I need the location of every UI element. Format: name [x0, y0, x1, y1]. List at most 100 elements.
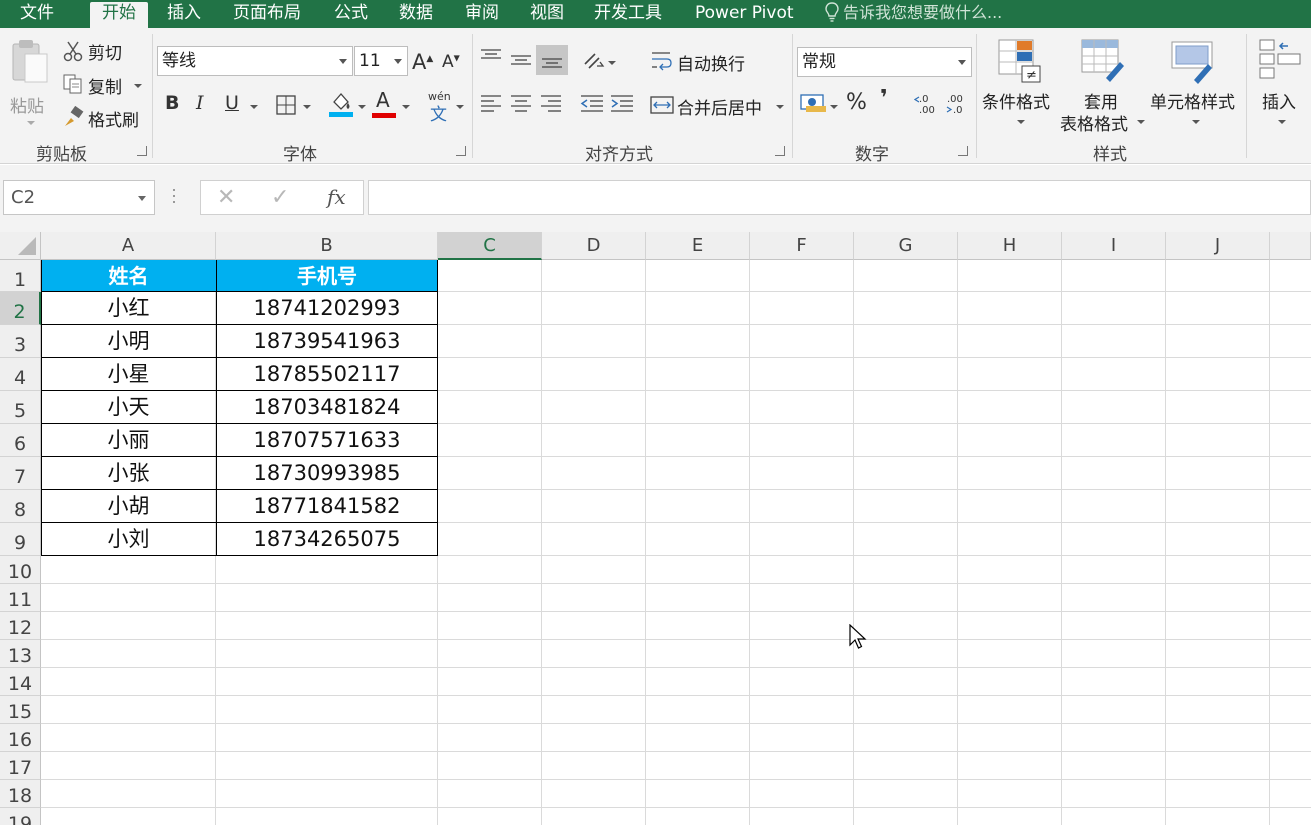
row-header-14[interactable]: 14: [0, 668, 41, 696]
tab-file[interactable]: 文件: [20, 0, 54, 28]
column-header-h[interactable]: H: [958, 232, 1062, 260]
cell-name[interactable]: 小丽: [41, 424, 216, 457]
column-header-b[interactable]: B: [216, 232, 438, 260]
tab-home[interactable]: 开始: [90, 2, 148, 28]
clipboard-launcher-icon[interactable]: [137, 146, 147, 156]
merge-center-button[interactable]: 合并后居中: [650, 92, 790, 119]
cell-name[interactable]: 小星: [41, 358, 216, 391]
cell-phone[interactable]: 18734265075: [216, 523, 438, 556]
orientation-icon[interactable]: [582, 50, 606, 72]
enter-icon[interactable]: ✓: [271, 185, 289, 210]
borders-icon[interactable]: [275, 94, 297, 116]
align-top-icon[interactable]: [480, 48, 502, 64]
borders-dropdown-icon[interactable]: [303, 105, 311, 109]
row-header-12[interactable]: 12: [0, 612, 41, 640]
alignment-launcher-icon[interactable]: [775, 146, 785, 156]
worksheet-grid[interactable]: ABCDEFGHIJ 1 2 3 4 5 6 7 8 9 10 11 12 13 14 15 16 17 18 19…: [0, 232, 1311, 825]
cut-button[interactable]: 剪切: [62, 38, 132, 64]
cell-name[interactable]: 小红: [41, 292, 216, 325]
row-header-17[interactable]: 17: [0, 752, 41, 780]
formula-bar-splitter[interactable]: [172, 189, 176, 205]
column-header-j[interactable]: J: [1166, 232, 1270, 260]
decrease-decimal-icon[interactable]: .00.0: [944, 92, 970, 116]
font-color-button[interactable]: A: [372, 88, 398, 118]
name-box[interactable]: C2: [3, 180, 155, 215]
row-header-19[interactable]: 19: [0, 808, 41, 825]
cell-name[interactable]: 小天: [41, 391, 216, 424]
tab-power-pivot[interactable]: Power Pivot: [695, 0, 794, 28]
comma-style-button[interactable]: ❜: [880, 86, 888, 111]
row-header-18[interactable]: 18: [0, 780, 41, 808]
column-header-d[interactable]: D: [542, 232, 646, 260]
orientation-dropdown-icon[interactable]: [608, 61, 616, 65]
align-middle-icon[interactable]: [510, 52, 532, 68]
row-header-10[interactable]: 10: [0, 556, 41, 584]
font-launcher-icon[interactable]: [456, 146, 466, 156]
increase-indent-icon[interactable]: [610, 94, 634, 114]
tell-me-search[interactable]: 告诉我您想要做什么...: [825, 0, 1002, 28]
phonetic-dropdown-icon[interactable]: [456, 105, 464, 109]
tab-developer[interactable]: 开发工具: [594, 0, 662, 28]
tab-insert[interactable]: 插入: [167, 0, 201, 28]
header-cell-name[interactable]: 姓名: [41, 260, 216, 292]
format-as-table-button[interactable]: 套用 表格格式: [1058, 36, 1148, 135]
cell-phone[interactable]: 18703481824: [216, 391, 438, 424]
cell-name[interactable]: 小刘: [41, 523, 216, 556]
cell-phone[interactable]: 18739541963: [216, 325, 438, 358]
underline-button[interactable]: U: [225, 92, 239, 114]
select-all-button[interactable]: [0, 232, 41, 260]
align-bottom-button[interactable]: [536, 45, 568, 75]
cell-phone[interactable]: 18707571633: [216, 424, 438, 457]
row-header-4[interactable]: 4: [0, 358, 41, 391]
bold-button[interactable]: B: [165, 92, 179, 114]
cell-phone[interactable]: 18741202993: [216, 292, 438, 325]
formula-input[interactable]: [368, 180, 1311, 215]
font-name-select[interactable]: 等线: [157, 46, 353, 76]
row-header-15[interactable]: 15: [0, 696, 41, 724]
cell-name[interactable]: 小明: [41, 325, 216, 358]
column-header-a[interactable]: A: [41, 232, 216, 260]
number-format-select[interactable]: 常规: [797, 47, 972, 77]
fill-color-icon[interactable]: [328, 90, 354, 118]
font-color-dropdown-icon[interactable]: [402, 105, 410, 109]
tab-data[interactable]: 数据: [399, 0, 433, 28]
phonetic-guide-button[interactable]: wén 文: [426, 90, 452, 125]
column-header-e[interactable]: E: [646, 232, 750, 260]
decrease-indent-icon[interactable]: [580, 94, 604, 114]
column-header-i[interactable]: I: [1062, 232, 1166, 260]
row-header-9[interactable]: 9: [0, 523, 41, 556]
row-header-7[interactable]: 7: [0, 457, 41, 490]
increase-decimal-icon[interactable]: .0.00: [914, 92, 940, 116]
percent-button[interactable]: %: [846, 90, 867, 115]
fill-color-dropdown-icon[interactable]: [358, 105, 366, 109]
number-launcher-icon[interactable]: [958, 146, 968, 156]
font-size-select[interactable]: 11: [354, 46, 408, 76]
align-right-icon[interactable]: [540, 94, 562, 114]
format-painter-button[interactable]: 格式刷: [62, 105, 146, 131]
column-header-f[interactable]: F: [750, 232, 854, 260]
underline-dropdown-icon[interactable]: [250, 105, 258, 109]
align-center-icon[interactable]: [510, 94, 532, 114]
paste-button[interactable]: 粘贴: [6, 36, 54, 131]
cell-phone[interactable]: 18730993985: [216, 457, 438, 490]
copy-button[interactable]: 复制: [62, 72, 146, 98]
column-header-c[interactable]: C: [438, 232, 542, 260]
cell-name[interactable]: 小胡: [41, 490, 216, 523]
row-header-6[interactable]: 6: [0, 424, 41, 457]
wrap-text-button[interactable]: 自动换行: [650, 48, 760, 75]
insert-function-icon[interactable]: fx: [327, 185, 346, 209]
row-header-1[interactable]: 1: [0, 260, 41, 292]
row-header-2[interactable]: 2: [0, 292, 41, 325]
accounting-dropdown-icon[interactable]: [830, 105, 838, 109]
cancel-icon[interactable]: ✕: [217, 185, 235, 210]
accounting-format-icon[interactable]: [800, 92, 828, 114]
conditional-formatting-button[interactable]: ≠ 条件格式: [982, 36, 1056, 132]
tab-view[interactable]: 视图: [530, 0, 564, 28]
header-cell-phone[interactable]: 手机号: [216, 260, 438, 292]
row-header-11[interactable]: 11: [0, 584, 41, 612]
row-header-3[interactable]: 3: [0, 325, 41, 358]
row-header-5[interactable]: 5: [0, 391, 41, 424]
cell-phone[interactable]: 18771841582: [216, 490, 438, 523]
column-header-g[interactable]: G: [854, 232, 958, 260]
increase-font-size-icon[interactable]: A▲: [412, 50, 433, 74]
